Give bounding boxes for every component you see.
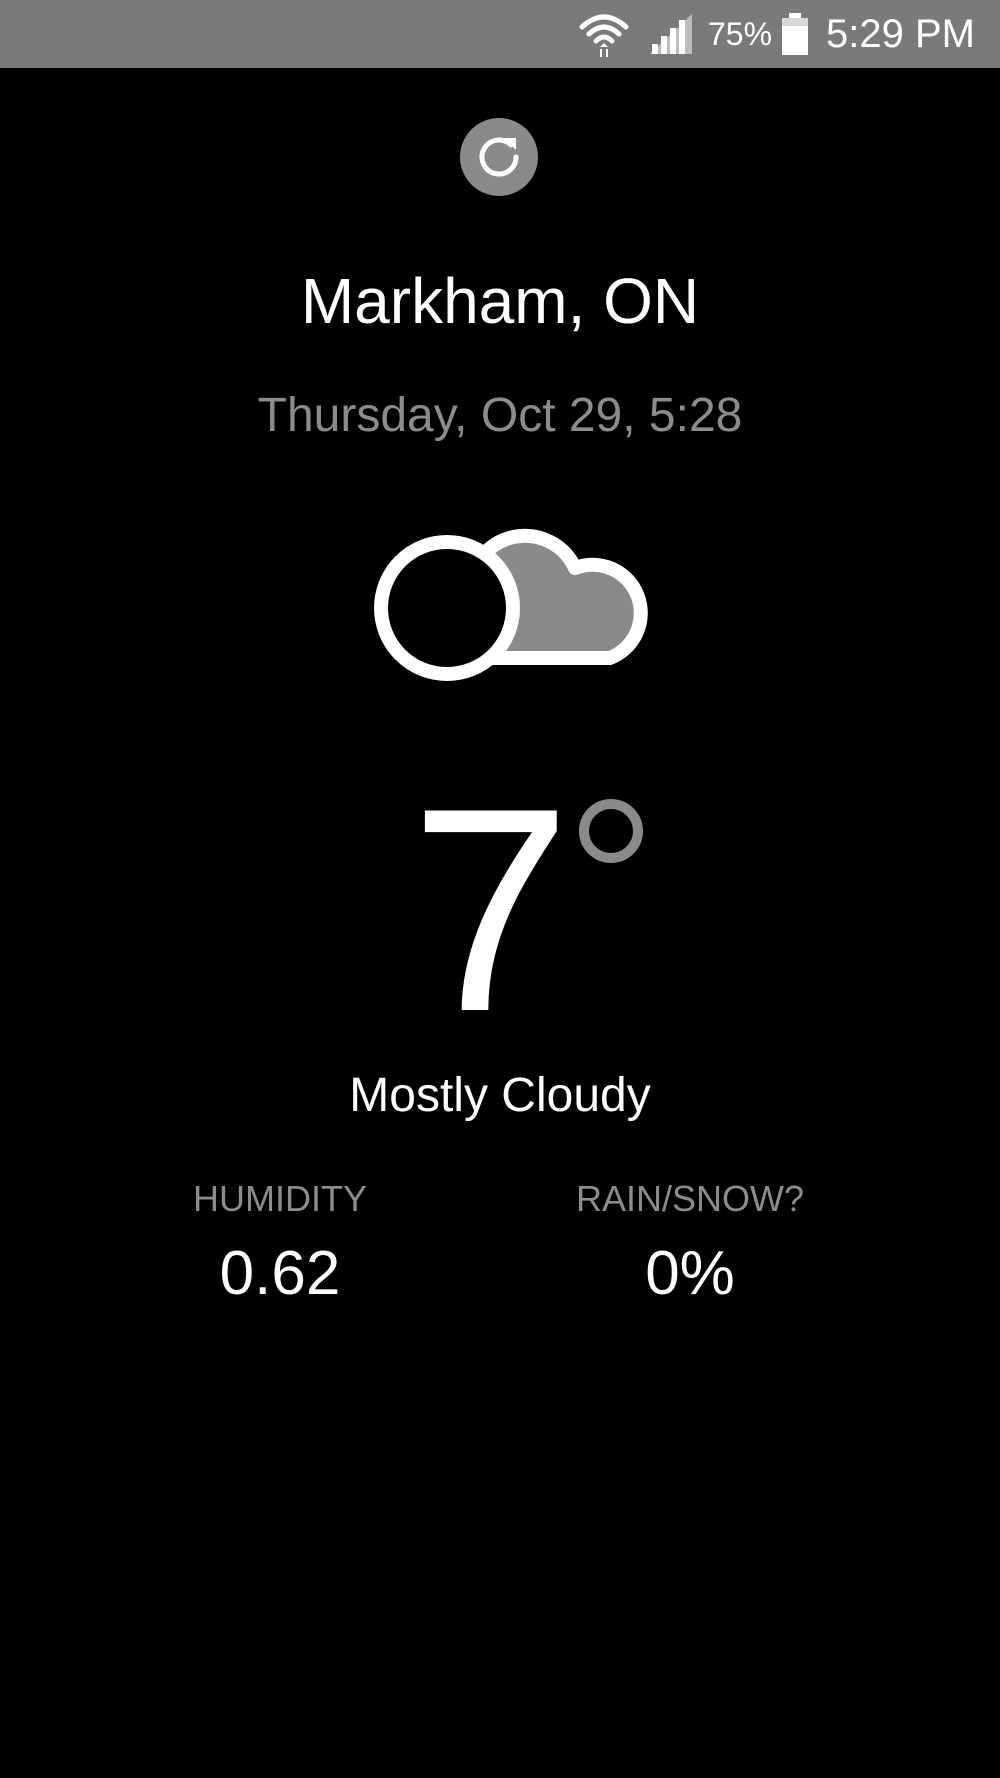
refresh-icon (479, 137, 519, 177)
weather-screen: Markham, ON Thursday, Oct 29, 5:28 7 Mos… (0, 68, 1000, 1778)
cell-signal-icon (648, 0, 694, 68)
precipitation-value: 0% (645, 1239, 735, 1308)
date-time: Thursday, Oct 29, 5:28 (257, 389, 743, 442)
location-title: Markham, ON (300, 265, 700, 337)
partly-cloudy-icon (360, 508, 650, 708)
status-clock: 5:29 PM (826, 11, 975, 56)
battery-percent: 75% (708, 15, 773, 52)
precipitation-label: RAIN/SNOW? (575, 1178, 805, 1219)
humidity-stat: HUMIDITY 0.62 (115, 1178, 445, 1309)
humidity-label: HUMIDITY (193, 1178, 367, 1219)
degree-icon (576, 796, 646, 866)
precipitation-stat: RAIN/SNOW? 0% (525, 1178, 855, 1309)
status-bar: 75% 5:29 PM (0, 0, 1000, 68)
weather-condition: Mostly Cloudy (349, 1069, 651, 1122)
refresh-button[interactable] (460, 118, 538, 196)
wifi-icon (578, 0, 630, 68)
battery-icon (780, 0, 810, 68)
temperature-value: 7 (410, 748, 572, 1072)
humidity-value: 0.62 (219, 1239, 341, 1308)
